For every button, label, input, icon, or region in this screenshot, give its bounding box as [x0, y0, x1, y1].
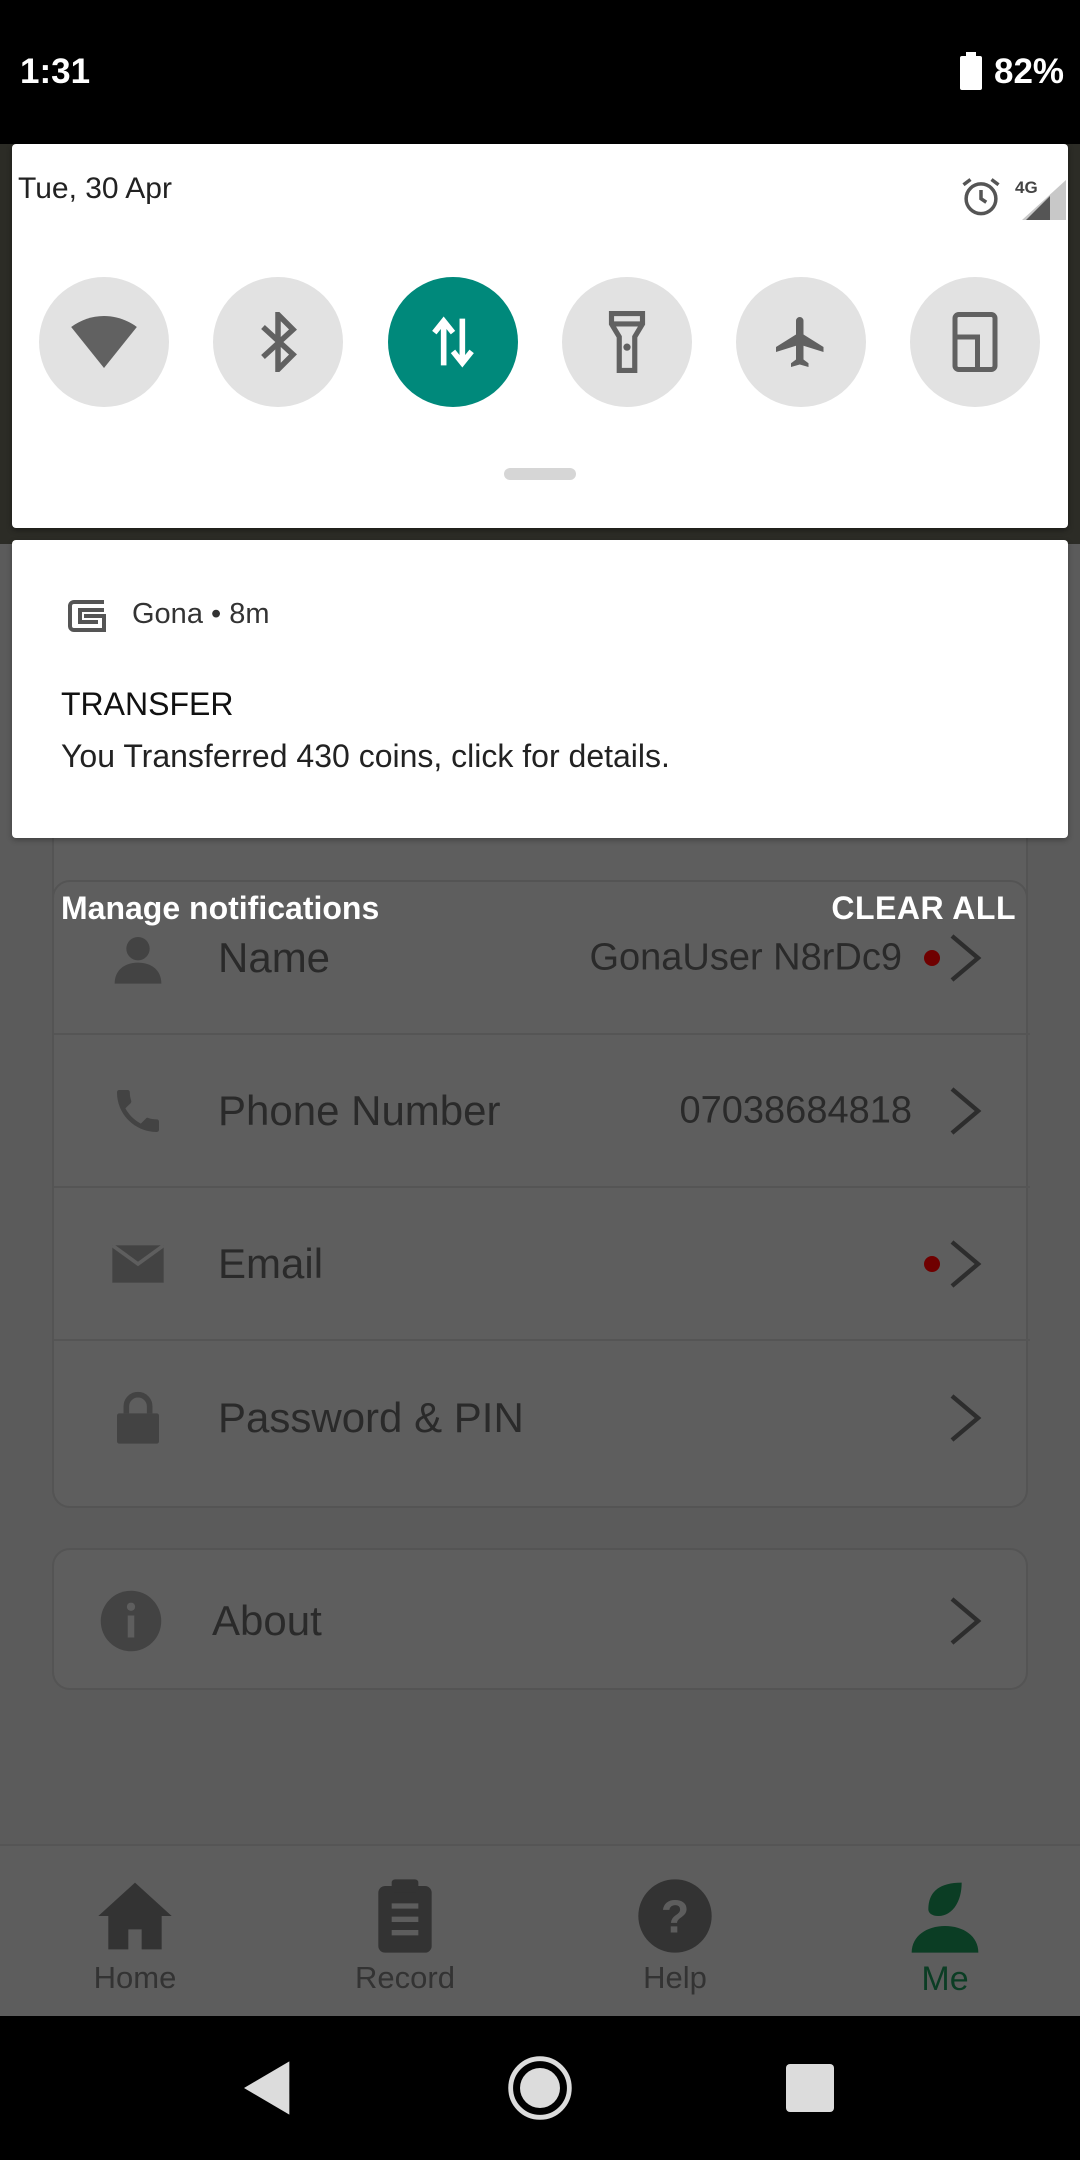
chevron-right-icon [950, 1086, 982, 1135]
chevron-right-icon [950, 933, 982, 982]
svg-text:?: ? [661, 1891, 690, 1943]
bluetooth-icon [261, 312, 297, 372]
expand-handle[interactable] [504, 468, 576, 480]
nav-help[interactable]: ? Help [540, 1846, 810, 2018]
tile-bluetooth[interactable] [213, 277, 343, 407]
status-bar: 1:31 82% [0, 0, 1080, 144]
row-label: Password & PIN [218, 1393, 524, 1441]
row-password[interactable]: Password & PIN [54, 1341, 1030, 1494]
signal-icon [1022, 180, 1066, 220]
quick-settings-panel: Tue, 30 Apr 4G [12, 144, 1068, 528]
home-icon [98, 1882, 172, 1950]
nav-label: Record [355, 1960, 455, 1995]
unread-dot [924, 1255, 940, 1272]
profile-icon [911, 1882, 979, 1953]
notification-body: You Transferred 430 coins, click for det… [61, 738, 670, 774]
row-label: About [212, 1596, 322, 1644]
nav-label: Help [643, 1960, 707, 1995]
row-label: Name [218, 933, 331, 981]
tile-wifi[interactable] [39, 277, 169, 407]
tile-airplane[interactable] [736, 277, 866, 407]
phone-icon [117, 1089, 159, 1132]
battery-percent: 82% [994, 52, 1065, 91]
row-phone[interactable]: Phone Number 07038684818 [54, 1035, 1030, 1188]
notification-time: 8m [229, 598, 270, 630]
nav-label: Me [921, 1960, 969, 1998]
notification-title: TRANSFER [61, 686, 234, 722]
row-value: GonaUser N8rDc9 [589, 936, 902, 978]
gona-app-icon [68, 600, 106, 632]
bottom-navigation: Home Record ? Help Me [0, 1844, 1080, 2016]
airplane-icon [776, 317, 824, 367]
rotate-icon [952, 312, 998, 372]
row-label: Phone Number [218, 1086, 501, 1134]
chevron-right-icon [950, 1239, 982, 1288]
wifi-icon [71, 316, 137, 368]
back-icon[interactable] [236, 2056, 300, 2120]
nav-record[interactable]: Record [270, 1846, 540, 2018]
tile-mobile-data[interactable] [388, 277, 518, 407]
row-label: Email [218, 1239, 324, 1287]
info-icon [100, 1590, 162, 1651]
battery-icon [960, 52, 982, 90]
mail-icon [111, 1243, 165, 1283]
notification-actions: Manage notifications CLEAR ALL [0, 890, 1080, 940]
data-transfer-icon [432, 316, 474, 368]
manage-notifications-button[interactable]: Manage notifications [61, 890, 379, 927]
alarm-icon [962, 178, 1000, 216]
tile-auto-rotate[interactable] [910, 277, 1040, 407]
notification-header: Gona • 8m [132, 598, 270, 631]
status-time: 1:31 [20, 52, 91, 91]
account-info-card: Name GonaUser N8rDc9 Phone Number 070386… [52, 880, 1030, 1508]
unread-dot [924, 949, 940, 966]
separator: • [211, 598, 222, 630]
row-value: 07038684818 [679, 1089, 912, 1131]
recents-icon[interactable] [778, 2056, 842, 2120]
about-card: About [52, 1548, 1028, 1690]
lock-icon [117, 1391, 159, 1444]
date-label[interactable]: Tue, 30 Apr [18, 172, 172, 206]
chevron-right-icon [950, 1596, 982, 1645]
system-navigation-bar [0, 2016, 1080, 2160]
nav-me[interactable]: Me [810, 1846, 1080, 2018]
flashlight-icon [608, 311, 646, 373]
notification-app-name: Gona [132, 598, 203, 630]
nav-label: Home [93, 1960, 177, 1995]
home-button-icon[interactable] [508, 2056, 572, 2120]
nav-home[interactable]: Home [0, 1846, 270, 2018]
row-about[interactable]: About [54, 1544, 1030, 1697]
clear-all-button[interactable]: CLEAR ALL [831, 890, 1016, 927]
notification-card[interactable]: Gona • 8m TRANSFER You Transferred 430 c… [12, 540, 1068, 838]
tile-flashlight[interactable] [562, 277, 692, 407]
clipboard-icon [378, 1879, 432, 1953]
help-icon: ? [638, 1879, 712, 1953]
chevron-right-icon [950, 1393, 982, 1442]
row-email[interactable]: Email [54, 1188, 1030, 1341]
